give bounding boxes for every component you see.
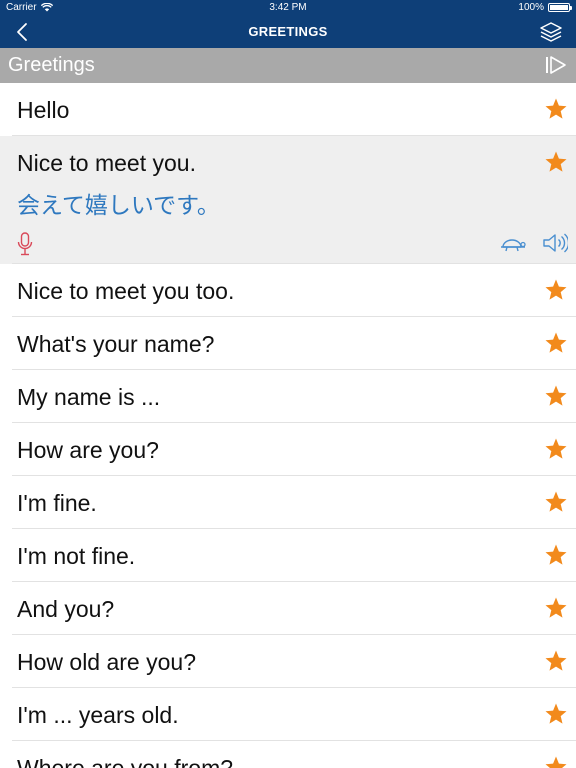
status-time: 3:42 PM — [269, 2, 307, 13]
play-all-icon — [546, 56, 566, 74]
favorite-star-icon[interactable] — [544, 437, 568, 461]
phrase-row[interactable]: How are you? — [0, 423, 576, 476]
phrase-text: How old are you? — [17, 649, 196, 675]
phrase-text: Where are you from? — [17, 755, 234, 768]
nav-bar: GREETINGS — [0, 16, 576, 48]
phrase-row[interactable]: Where are you from? — [0, 741, 576, 768]
status-bar: Carrier 3:42 PM 100% — [0, 0, 576, 16]
phrase-text: I'm fine. — [17, 490, 97, 516]
slow-playback-turtle-icon[interactable] — [500, 234, 526, 254]
speaker-icon[interactable] — [542, 232, 568, 254]
phrase-row[interactable]: I'm not fine. — [0, 529, 576, 582]
favorite-star-icon[interactable] — [544, 150, 568, 174]
favorite-star-icon[interactable] — [544, 649, 568, 673]
phrase-row[interactable]: What's your name? — [0, 317, 576, 370]
microphone-icon[interactable] — [16, 232, 34, 256]
phrase-row[interactable]: Hello — [0, 83, 576, 136]
battery-icon — [548, 3, 572, 12]
phrase-row[interactable]: I'm ... years old. — [0, 688, 576, 741]
play-all-button[interactable] — [544, 54, 568, 76]
phrase-text: Nice to meet you too. — [17, 278, 235, 304]
favorite-star-icon[interactable] — [544, 384, 568, 408]
favorite-star-icon[interactable] — [544, 702, 568, 726]
phrase-text: What's your name? — [17, 331, 215, 357]
phrase-row[interactable]: My name is ... — [0, 370, 576, 423]
favorite-star-icon[interactable] — [544, 331, 568, 355]
phrase-text: Hello — [17, 97, 70, 123]
favorite-star-icon[interactable] — [544, 278, 568, 302]
layers-button[interactable] — [538, 20, 564, 44]
section-title: Greetings — [8, 54, 95, 76]
app-screen: Carrier 3:42 PM 100% GREETINGS Greetings… — [0, 0, 576, 768]
favorite-star-icon[interactable] — [544, 490, 568, 514]
status-right: 100% — [518, 2, 572, 13]
page-title: GREETINGS — [248, 24, 328, 39]
phrase-row[interactable]: Nice to meet you too. — [0, 264, 576, 317]
phrase-row[interactable]: I'm fine. — [0, 476, 576, 529]
phrase-text: My name is ... — [17, 384, 161, 410]
phrase-text: And you? — [17, 596, 115, 622]
phrase-text: Nice to meet you. — [17, 150, 196, 176]
phrase-list: Hello Nice to meet you. 会えて嬉しいです。 Nice t… — [0, 83, 576, 768]
phrase-row[interactable]: And you? — [0, 582, 576, 635]
phrase-text: I'm not fine. — [17, 543, 136, 569]
phrase-translation: 会えて嬉しいです。 — [17, 192, 220, 218]
layers-icon — [540, 22, 562, 42]
favorite-star-icon[interactable] — [544, 543, 568, 567]
phrase-row[interactable]: How old are you? — [0, 635, 576, 688]
phrase-text: I'm ... years old. — [17, 702, 179, 728]
battery-fill — [550, 5, 568, 10]
phrase-text: How are you? — [17, 437, 159, 463]
section-header: Greetings — [0, 48, 576, 83]
battery-percent: 100% — [518, 2, 544, 13]
favorite-star-icon[interactable] — [544, 596, 568, 620]
phrase-row-expanded[interactable]: Nice to meet you. 会えて嬉しいです。 — [0, 136, 576, 264]
favorite-star-icon[interactable] — [544, 97, 568, 121]
favorite-star-icon[interactable] — [544, 755, 568, 768]
